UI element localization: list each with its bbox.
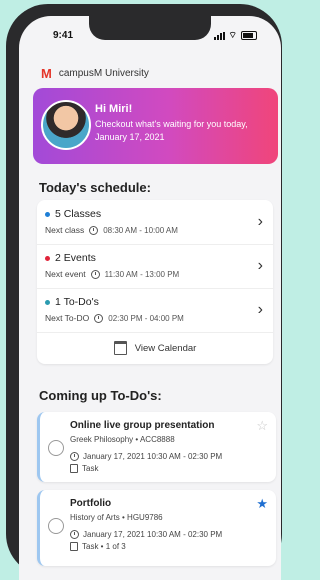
next-time: 02:30 PM - 04:00 PM [108,313,184,323]
schedule-item-events[interactable]: 2 Events Next event 11:30 AM - 13:00 PM … [37,244,273,289]
todos-heading: Coming up To-Do's: [39,388,162,403]
brand-name: campusM University [58,68,149,79]
todo-course: Greek Philosophy • ACC8888 [70,435,175,444]
schedule-card: 5 Classes Next class 08:30 AM - 10:00 AM… [37,200,273,364]
next-time: 11:30 AM - 13:00 PM [104,269,180,279]
todo-item[interactable]: Online live group presentation Greek Phi… [37,412,276,482]
status-time: 9:41 [53,30,74,41]
todo-title: Online live group presentation [70,420,215,431]
schedule-item-title-row: 2 Events [45,252,96,264]
battery-icon [241,31,257,40]
next-time: 08:30 AM - 10:00 AM [103,225,178,235]
phone-frame: 9:41 ⌔ M campusM University Hi Miri! Che… [6,4,282,580]
greeting-subtitle: Checkout what's waiting for you today, J… [95,119,248,142]
view-calendar-button[interactable]: View Calendar [37,332,273,364]
todo-item[interactable]: Portfolio History of Arts • HGU9786 Janu… [37,490,276,566]
calendar-icon [113,341,127,355]
schedule-item-next: Next To-DO 02:30 PM - 04:00 PM [45,313,184,323]
app-header: M campusM University [41,66,149,81]
clock-icon [70,452,79,461]
schedule-item-classes[interactable]: 5 Classes Next class 08:30 AM - 10:00 AM… [37,200,273,245]
wifi-icon: ⌔ [228,30,237,40]
signal-icon [213,31,225,40]
next-label: Next event [45,269,86,279]
todo-datetime: January 17, 2021 10:30 AM - 02:30 PM [83,452,223,461]
clock-icon [89,225,99,235]
schedule-item-title: 5 Classes [55,208,102,220]
schedule-item-title: 2 Events [55,252,96,264]
greeting-title: Hi Miri! [95,103,133,115]
todo-datetime: January 17, 2021 10:30 AM - 02:30 PM [83,530,223,539]
clock-icon [94,313,104,323]
star-filled-icon[interactable]: ★ [256,496,268,512]
chevron-right-icon[interactable]: › [258,301,263,319]
todo-complete-radio[interactable] [48,440,64,456]
clock-icon [90,269,100,279]
schedule-item-next: Next event 11:30 AM - 13:00 PM [45,269,179,279]
status-bar: 9:41 ⌔ [19,30,281,48]
todo-kind: Task • 1 of 3 [70,542,126,551]
schedule-heading: Today's schedule: [39,180,151,195]
app-screen: 9:41 ⌔ M campusM University Hi Miri! Che… [19,16,281,580]
task-icon [70,464,78,473]
classes-dot-icon [45,211,50,217]
next-label: Next To-DO [45,313,90,323]
todo-course: History of Arts • HGU9786 [70,513,163,522]
chevron-right-icon[interactable]: › [258,213,263,231]
schedule-item-next: Next class 08:30 AM - 10:00 AM [45,225,178,235]
schedule-item-title: 1 To-Do's [55,296,99,308]
greeting-banner: Hi Miri! Checkout what's waiting for you… [33,88,278,164]
schedule-item-title-row: 1 To-Do's [45,296,99,308]
star-outline-icon[interactable]: ☆ [256,418,268,434]
todo-when: January 17, 2021 10:30 AM - 02:30 PM [70,530,222,539]
system-icons: ⌔ [213,30,257,41]
todo-kind-label: Task • 1 of 3 [82,542,126,551]
schedule-item-todos[interactable]: 1 To-Do's Next To-DO 02:30 PM - 04:00 PM… [37,288,273,333]
view-calendar-label: View Calendar [134,342,197,354]
next-label: Next class [45,225,85,235]
avatar[interactable] [41,100,91,150]
clock-icon [70,530,79,539]
todo-title: Portfolio [70,498,112,509]
brand-logo: M [41,66,52,81]
todos-dot-icon [45,299,50,305]
todo-when: January 17, 2021 10:30 AM - 02:30 PM [70,452,222,461]
todo-complete-radio[interactable] [48,518,64,534]
todo-kind: Task [70,464,98,473]
chevron-right-icon[interactable]: › [258,257,263,275]
task-icon [70,542,78,551]
schedule-item-title-row: 5 Classes [45,208,101,220]
todo-kind-label: Task [82,464,99,473]
events-dot-icon [45,255,50,261]
